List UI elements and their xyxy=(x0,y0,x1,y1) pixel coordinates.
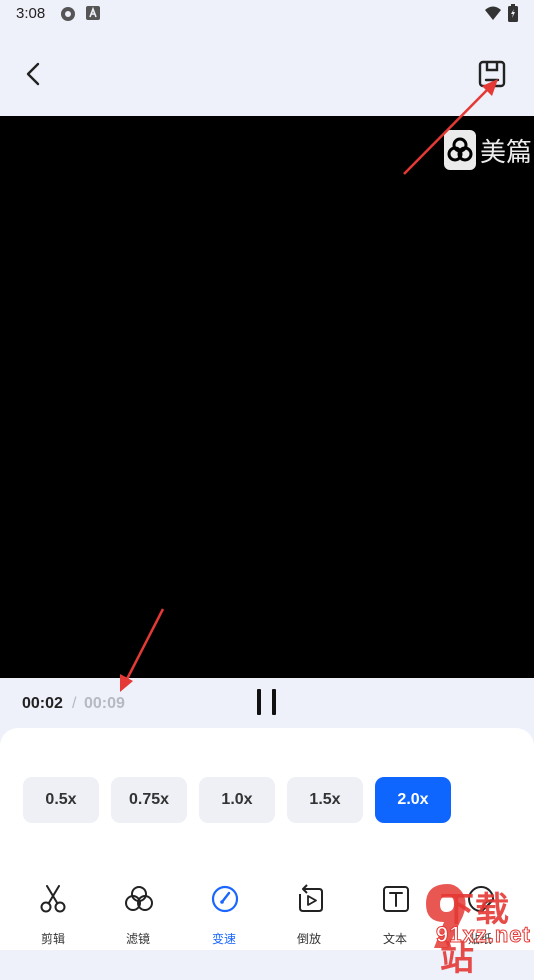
back-button[interactable] xyxy=(20,60,48,88)
speed-1.5x-button[interactable]: 1.5x xyxy=(287,777,363,823)
edit-panel: 0.5x 0.75x 1.0x 1.5x 2.0x 剪辑 滤镜 变速 倒放 文本… xyxy=(0,728,534,950)
settings-status-icon xyxy=(60,6,76,27)
reverse-icon xyxy=(299,884,323,912)
tool-cut-label: 剪辑 xyxy=(40,932,65,946)
wifi-icon xyxy=(484,6,502,26)
video-preview[interactable]: 美篇 xyxy=(0,116,534,678)
tool-text[interactable]: 文本 xyxy=(365,884,425,950)
speed-0.75x-button[interactable]: 0.75x xyxy=(111,777,187,823)
sticker-icon xyxy=(468,886,495,913)
tool-reverse-label: 倒放 xyxy=(296,932,321,946)
status-time: 3:08 xyxy=(16,5,46,22)
tool-speed-label: 变速 xyxy=(211,932,236,946)
meipian-brand-text: 美篇 xyxy=(480,136,533,167)
a-status-icon xyxy=(86,6,100,25)
playback-bar: 00:02 / 00:09 xyxy=(0,678,534,730)
speed-options: 0.5x 0.75x 1.0x 1.5x 2.0x xyxy=(23,777,451,823)
pause-button[interactable] xyxy=(254,687,280,719)
tool-sticker-label: 贴纸 xyxy=(467,932,492,946)
meipian-logo-icon xyxy=(444,130,476,170)
speed-2.0x-button[interactable]: 2.0x xyxy=(375,777,451,823)
tool-bar: 剪辑 滤镜 变速 倒放 文本 贴纸 xyxy=(0,876,534,950)
current-time: 00:02 xyxy=(22,695,63,712)
battery-icon xyxy=(508,4,518,27)
text-icon xyxy=(383,886,409,912)
total-duration: 00:09 xyxy=(84,695,125,712)
pause-icon xyxy=(257,689,261,715)
speed-1.0x-button[interactable]: 1.0x xyxy=(199,777,275,823)
meipian-watermark: 美篇 xyxy=(444,128,532,172)
speed-icon xyxy=(211,885,239,913)
filter-icon xyxy=(125,886,153,911)
back-arrow-icon xyxy=(26,62,40,86)
tool-filter[interactable]: 滤镜 xyxy=(108,884,168,950)
pause-icon-bar xyxy=(272,689,276,715)
floppy-disk-icon xyxy=(478,60,506,88)
save-button[interactable] xyxy=(476,58,508,90)
speed-0.5x-button[interactable]: 0.5x xyxy=(23,777,99,823)
tool-sticker[interactable]: 贴纸 xyxy=(450,884,510,950)
time-separator: / xyxy=(72,695,77,712)
tool-cut[interactable]: 剪辑 xyxy=(23,884,83,950)
tool-reverse[interactable]: 倒放 xyxy=(279,884,339,950)
tool-text-label: 文本 xyxy=(382,932,407,946)
tool-speed[interactable]: 变速 xyxy=(194,884,254,950)
scissors-icon xyxy=(40,885,66,913)
top-bar xyxy=(0,28,534,116)
tool-filter-label: 滤镜 xyxy=(125,932,150,946)
status-bar: 3:08 xyxy=(0,0,534,28)
